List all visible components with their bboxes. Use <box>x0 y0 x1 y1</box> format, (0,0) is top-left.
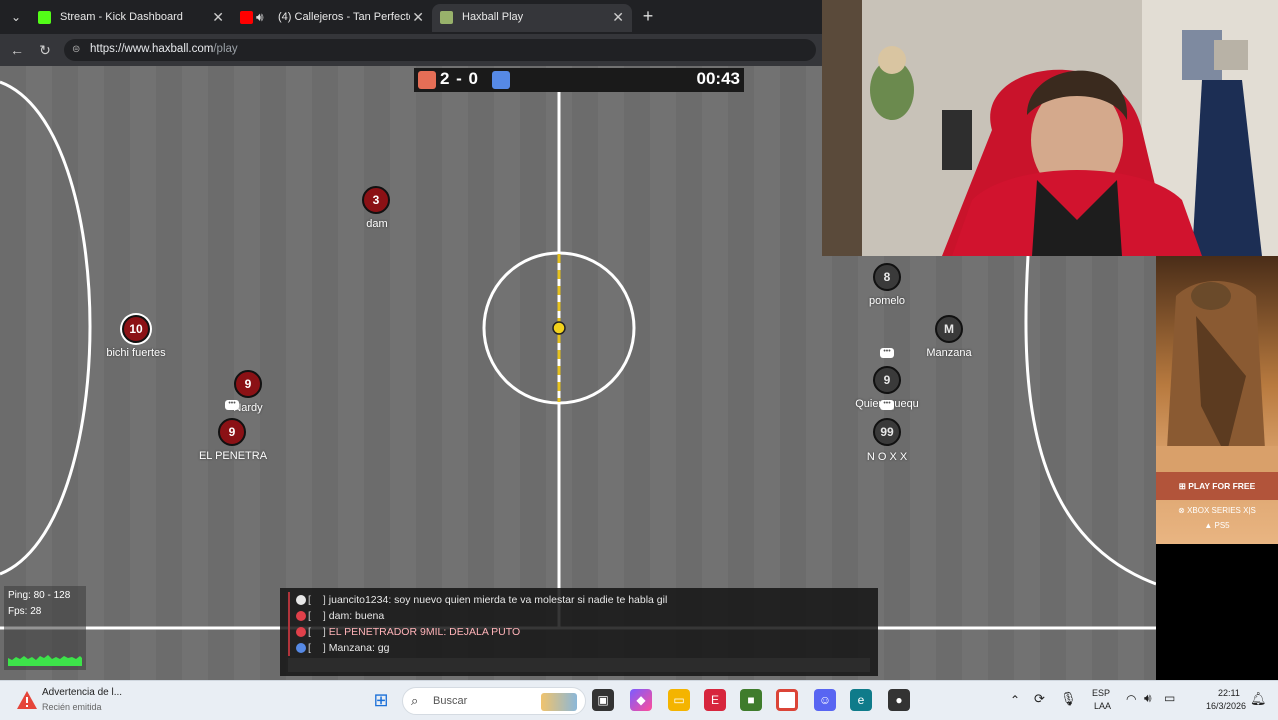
chat-bubble-icon: ••• <box>880 348 894 358</box>
wifi-icon[interactable]: ◠ <box>1126 692 1136 706</box>
close-tab-icon[interactable]: ✕ <box>212 4 224 30</box>
ad-platform-xbox: ⊗ XBOX SERIES X|S <box>1178 506 1256 515</box>
playstation-icon: ▲ <box>1204 521 1215 530</box>
chat-message: [] dam: buena <box>290 608 868 624</box>
xbox-icon: ⊗ <box>1178 506 1188 515</box>
clock-time[interactable]: 22:11 <box>1218 688 1240 698</box>
search-highlight-image <box>541 693 577 711</box>
blue-team-badge <box>492 71 510 89</box>
windows-icon: ⊞ <box>1178 481 1189 491</box>
speaker-icon[interactable]: 🔊︎ <box>256 4 264 30</box>
advertisement[interactable]: ⊞ PLAY FOR FREE ⊗ XBOX SERIES X|S ▲ PS5 <box>1156 256 1278 544</box>
search-icon: ⌕ <box>411 693 419 708</box>
site-info-icon[interactable]: ⊜ <box>72 43 86 57</box>
close-tab-icon[interactable]: ✕ <box>412 4 424 30</box>
player-avatar-dot <box>296 611 306 621</box>
player-name: EL PENETRA <box>198 450 268 462</box>
taskbar-search[interactable]: ⌕ Buscar <box>402 687 586 715</box>
chat-message: [] Manzana: gg <box>290 640 868 656</box>
keyboard-layout[interactable]: LAA <box>1094 701 1111 711</box>
chat-message: [] EL PENETRADOR 9MIL: DEJALA PUTO <box>290 624 868 640</box>
browser-address-bar: ← ↻ ⊜ https://www.haxball.com/play <box>0 34 822 66</box>
volume-icon[interactable]: 🔊︎ <box>1144 691 1152 706</box>
tab-callejeros[interactable]: 🔊︎ (4) Callejeros - Tan Perfecto qu ✕ <box>232 4 432 32</box>
microphone-icon[interactable]: 🎙︎ <box>1060 691 1077 707</box>
chat-input[interactable] <box>288 658 870 672</box>
match-timer: 00:43 <box>696 69 740 88</box>
windows-taskbar: Advertencia de l... Recién emitida ⊞ ⌕ B… <box>0 680 1278 720</box>
fps-graph <box>8 655 82 666</box>
player-disc-blue: M <box>935 315 963 343</box>
tray-chevron-icon[interactable]: ⌃ <box>1010 693 1020 707</box>
player-name: pomelo <box>868 295 906 307</box>
url-host: https://www.haxball.com <box>90 43 214 55</box>
player-disc-red: 10 <box>122 315 150 343</box>
notifications-icon[interactable]: 🔔︎ <box>1250 691 1267 707</box>
back-arrow-icon[interactable]: ← <box>8 41 26 59</box>
player-name: bichi fuertes <box>106 347 166 359</box>
player-disc-blue: 9 <box>873 366 901 394</box>
tab-haxball-play[interactable]: Haxball Play ✕ <box>432 4 632 32</box>
battery-icon[interactable]: ▭ <box>1164 691 1175 705</box>
edge-icon[interactable]: e <box>850 689 872 711</box>
chrome-icon[interactable] <box>776 689 798 711</box>
copilot-icon[interactable]: ◆ <box>630 689 652 711</box>
tab-list-chevron-icon[interactable]: ⌄ <box>6 8 26 26</box>
minecraft-icon[interactable]: ■ <box>740 689 762 711</box>
player-name: Manzana <box>926 347 972 359</box>
chat-message: [] juancito1234: soy nuevo quien mierda … <box>290 592 868 608</box>
score: 2 - 0 <box>440 69 480 88</box>
tab-kick-dashboard[interactable]: Stream - Kick Dashboard ✕ <box>30 4 232 32</box>
scoreboard: 2 - 0 00:43 <box>414 68 744 92</box>
fps-readout: Fps: 28 <box>8 606 42 617</box>
player-disc-blue: 8 <box>873 263 901 291</box>
alert-subtitle: Recién emitida <box>42 702 102 712</box>
close-tab-icon[interactable]: ✕ <box>612 4 624 30</box>
windows-start-icon[interactable]: ⊞ <box>370 689 392 711</box>
chat-panel: [] juancito1234: soy nuevo quien mierda … <box>280 588 878 676</box>
tray-sync-icon[interactable]: ⟳ <box>1034 691 1045 707</box>
chat-bubble-icon: ••• <box>225 400 239 410</box>
play-for-free-button[interactable]: ⊞ PLAY FOR FREE <box>1156 472 1278 500</box>
webcam-image <box>822 0 1278 256</box>
ball <box>552 321 566 335</box>
discord-icon[interactable]: ☺ <box>814 689 836 711</box>
language-code[interactable]: ESP <box>1092 688 1110 698</box>
haxball-icon <box>440 11 453 24</box>
webcam-overlay <box>822 0 1278 256</box>
youtube-icon <box>240 11 253 24</box>
player-avatar-dot <box>296 643 306 653</box>
player-avatar-dot <box>296 627 306 637</box>
screen: ⌄ Stream - Kick Dashboard ✕ 🔊︎ (4) Calle… <box>0 0 1278 720</box>
chat-bubble-icon: ••• <box>880 400 894 410</box>
browser-tab-bar: ⌄ Stream - Kick Dashboard ✕ 🔊︎ (4) Calle… <box>0 0 822 34</box>
obs-icon[interactable]: ● <box>888 689 910 711</box>
file-explorer-icon[interactable]: ▭ <box>668 689 690 711</box>
red-team-badge <box>418 71 436 89</box>
side-panel-blank <box>1156 544 1278 680</box>
chat-messages: [] juancito1234: soy nuevo quien mierda … <box>288 592 868 656</box>
player-name: N O X X <box>866 451 908 463</box>
player-disc-red: 9 <box>218 418 246 446</box>
new-tab-plus-icon[interactable]: + <box>638 6 658 26</box>
search-placeholder: Buscar <box>433 695 468 707</box>
player-disc-red: 9 <box>234 370 262 398</box>
reload-icon[interactable]: ↻ <box>36 41 54 59</box>
ad-artwork <box>1156 281 1278 472</box>
clock-date[interactable]: 16/3/2026 <box>1206 701 1246 711</box>
url-field[interactable]: ⊜ https://www.haxball.com/play <box>64 39 816 61</box>
alert-title[interactable]: Advertencia de l... <box>42 687 122 698</box>
office-icon[interactable]: E <box>704 689 726 711</box>
ad-platform-ps5: ▲ PS5 <box>1204 521 1230 530</box>
ping-readout: Ping: 80 - 128 <box>8 590 71 601</box>
player-disc-blue: 99 <box>873 418 901 446</box>
player-name: dam <box>366 218 388 230</box>
task-view-icon[interactable]: ▣ <box>592 689 614 711</box>
network-stats: Ping: 80 - 128 Fps: 28 <box>4 586 86 670</box>
url-path: /play <box>213 43 238 55</box>
player-avatar-dot <box>296 595 306 605</box>
player-disc-red: 3 <box>362 186 390 214</box>
warning-icon[interactable] <box>16 689 38 711</box>
kick-icon <box>38 11 51 24</box>
